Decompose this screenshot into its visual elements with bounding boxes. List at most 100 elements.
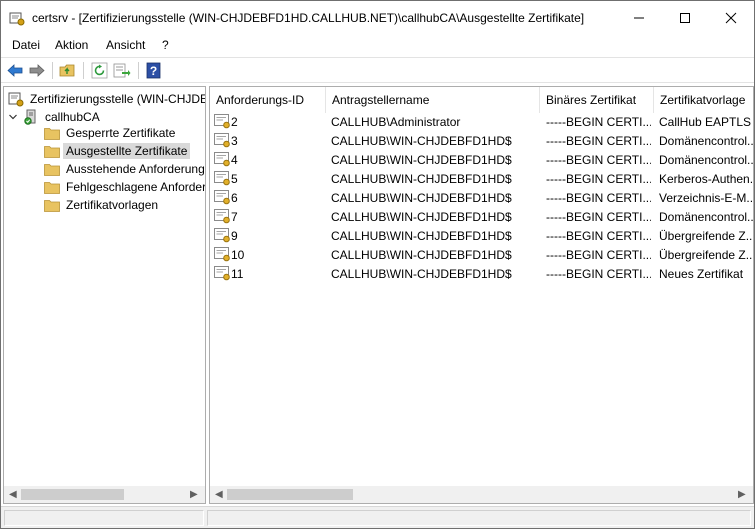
console-tree[interactable]: Zertifizierungsstelle (WIN-CHJDEBFD1HD.C… bbox=[3, 86, 206, 504]
status-segment bbox=[4, 510, 204, 526]
cell-request-id: 5 bbox=[231, 172, 238, 186]
cell-requester: CALLHUB\WIN-CHJDEBFD1HD$ bbox=[331, 153, 512, 167]
table-row[interactable]: 3 CALLHUB\WIN-CHJDEBFD1HD$ -----BEGIN CERT… bbox=[210, 132, 753, 151]
minimize-icon bbox=[634, 17, 644, 18]
cell-binary-cert: -----BEGIN CERTI... bbox=[546, 267, 651, 281]
table-row[interactable]: 7 CALLHUB\WIN-CHJDEBFD1HD$ -----BEGIN CERT… bbox=[210, 208, 753, 227]
table-row[interactable]: 11 CALLHUB\WIN-CHJDEBFD1HD$ -----BEGIN CER… bbox=[210, 265, 753, 284]
cell-binary-cert: -----BEGIN CERTI... bbox=[546, 134, 651, 148]
cell-binary-cert: -----BEGIN CERTI... bbox=[546, 191, 651, 205]
table-row[interactable]: 2 CALLHUB\Administrator -----BEGIN CERTI..… bbox=[210, 113, 753, 132]
cell-requester: CALLHUB\Administrator bbox=[331, 115, 461, 129]
cell-template: Verzeichnis-E-M... bbox=[659, 191, 753, 205]
cell-template: Neues Zertifikat bbox=[659, 267, 744, 281]
folder-icon bbox=[44, 181, 60, 194]
cell-request-id: 11 bbox=[231, 267, 244, 281]
cell-template: Domänencontrol... bbox=[659, 210, 753, 224]
cell-request-id: 9 bbox=[231, 229, 238, 243]
status-bar bbox=[1, 506, 754, 528]
cell-binary-cert: -----BEGIN CERTI... bbox=[546, 229, 651, 243]
certificate-icon bbox=[214, 171, 230, 186]
table-row[interactable]: 5 CALLHUB\WIN-CHJDEBFD1HD$ -----BEGIN CERT… bbox=[210, 170, 753, 189]
cell-requester: CALLHUB\WIN-CHJDEBFD1HD$ bbox=[331, 248, 512, 262]
cell-request-id: 6 bbox=[231, 191, 238, 205]
cell-binary-cert: -----BEGIN CERTI... bbox=[546, 210, 651, 224]
cell-binary-cert: -----BEGIN CERTI... bbox=[546, 248, 651, 262]
column-header-request-id[interactable]: Anforderungs-ID bbox=[210, 87, 326, 113]
cell-binary-cert: -----BEGIN CERTI... bbox=[546, 172, 651, 186]
tree-item-templates[interactable]: Zertifikatvorlagen bbox=[44, 196, 161, 214]
certsrv-app-icon bbox=[9, 12, 25, 26]
cell-template: Übergreifende Z... bbox=[659, 248, 753, 262]
app-window: certsrv - [Zertifizierungsstelle (WIN-CH… bbox=[0, 0, 755, 529]
column-header-requester[interactable]: Antragstellername bbox=[326, 87, 540, 113]
certificate-icon bbox=[214, 133, 230, 148]
menu-ansicht[interactable]: Ansicht bbox=[106, 38, 145, 52]
export-list-icon[interactable] bbox=[113, 62, 131, 79]
help-icon[interactable]: ? bbox=[145, 62, 163, 79]
cell-request-id: 7 bbox=[231, 210, 238, 224]
cell-requester: CALLHUB\WIN-CHJDEBFD1HD$ bbox=[331, 267, 512, 281]
tree-item-revoked[interactable]: Gesperrte Zertifikate bbox=[44, 124, 178, 142]
table-row[interactable]: 4 CALLHUB\WIN-CHJDEBFD1HD$ -----BEGIN CERT… bbox=[210, 151, 753, 170]
cell-template: Domänencontrol... bbox=[659, 134, 753, 148]
tree-item-root[interactable]: Zertifizierungsstelle (WIN-CHJDEBFD1HD.C… bbox=[8, 90, 205, 108]
scroll-right-icon[interactable]: ▶ bbox=[190, 489, 198, 500]
up-folder-icon[interactable] bbox=[59, 62, 77, 79]
tree-ca-label: callhubCA bbox=[45, 110, 100, 124]
folder-icon bbox=[44, 199, 60, 212]
list-horizontal-scrollbar[interactable]: ◀ ▶ bbox=[210, 486, 753, 503]
tree-child-label: Fehlgeschlagene Anforderungen bbox=[66, 180, 206, 194]
cell-requester: CALLHUB\WIN-CHJDEBFD1HD$ bbox=[331, 134, 512, 148]
cell-request-id: 2 bbox=[231, 115, 238, 129]
tree-item-pending[interactable]: Ausstehende Anforderungen bbox=[44, 160, 205, 178]
table-row[interactable]: 10 CALLHUB\WIN-CHJDEBFD1HD$ -----BEGIN CER… bbox=[210, 246, 753, 265]
menu-help[interactable]: ? bbox=[162, 38, 169, 52]
column-header-binary-cert[interactable]: Binäres Zertifikat bbox=[540, 87, 654, 113]
cell-requester: CALLHUB\WIN-CHJDEBFD1HD$ bbox=[331, 229, 512, 243]
folder-icon bbox=[44, 127, 60, 140]
toolbar: ? bbox=[1, 57, 754, 83]
folder-icon bbox=[44, 145, 60, 158]
certificate-icon bbox=[214, 209, 230, 224]
title-bar[interactable]: certsrv - [Zertifizierungsstelle (WIN-CH… bbox=[1, 1, 754, 34]
list-scroll-thumb[interactable] bbox=[227, 489, 353, 500]
maximize-icon bbox=[680, 12, 690, 23]
refresh-icon[interactable] bbox=[91, 62, 109, 79]
menu-datei[interactable]: Datei bbox=[12, 38, 40, 52]
status-segment bbox=[207, 510, 751, 526]
toolbar-separator bbox=[138, 62, 139, 79]
cell-request-id: 4 bbox=[231, 153, 238, 167]
certificate-icon bbox=[214, 152, 230, 167]
tree-item-issued[interactable]: Ausgestellte Zertifikate bbox=[44, 142, 191, 160]
close-button[interactable] bbox=[708, 1, 754, 34]
scroll-left-icon[interactable]: ◀ bbox=[9, 489, 17, 500]
table-row[interactable]: 6 CALLHUB\WIN-CHJDEBFD1HD$ -----BEGIN CERT… bbox=[210, 189, 753, 208]
window-title: certsrv - [Zertifizierungsstelle (WIN-CH… bbox=[32, 11, 585, 25]
cell-template: CallHub EAPTLS bbox=[659, 115, 752, 129]
chevron-down-icon[interactable] bbox=[8, 112, 18, 122]
toolbar-separator bbox=[83, 62, 84, 79]
cell-requester: CALLHUB\WIN-CHJDEBFD1HD$ bbox=[331, 172, 512, 186]
forward-arrow-icon[interactable] bbox=[28, 62, 46, 79]
certificate-list[interactable]: Anforderungs-ID Antragstellername Binäre… bbox=[209, 86, 754, 504]
ca-server-icon bbox=[24, 109, 36, 125]
tree-child-label: Ausgestellte Zertifikate bbox=[63, 143, 191, 159]
scroll-left-icon[interactable]: ◀ bbox=[215, 489, 223, 500]
minimize-button[interactable] bbox=[616, 1, 662, 34]
table-row[interactable]: 9 CALLHUB\WIN-CHJDEBFD1HD$ -----BEGIN CERT… bbox=[210, 227, 753, 246]
certificate-icon bbox=[214, 190, 230, 205]
certificate-icon bbox=[214, 266, 230, 281]
back-arrow-icon[interactable] bbox=[6, 62, 24, 79]
maximize-button[interactable] bbox=[662, 1, 708, 34]
scroll-right-icon[interactable]: ▶ bbox=[738, 489, 746, 500]
tree-horizontal-scrollbar[interactable]: ◀ ▶ bbox=[4, 486, 205, 503]
certificate-icon bbox=[214, 228, 230, 243]
menu-aktion[interactable]: Aktion bbox=[55, 38, 88, 52]
cell-requester: CALLHUB\WIN-CHJDEBFD1HD$ bbox=[331, 210, 512, 224]
tree-scroll-thumb[interactable] bbox=[21, 489, 124, 500]
certification-authority-icon bbox=[8, 92, 24, 107]
cell-binary-cert: -----BEGIN CERTI... bbox=[546, 153, 651, 167]
column-header-template[interactable]: Zertifikatvorlage bbox=[654, 87, 753, 113]
tree-item-failed[interactable]: Fehlgeschlagene Anforderungen bbox=[44, 178, 206, 196]
